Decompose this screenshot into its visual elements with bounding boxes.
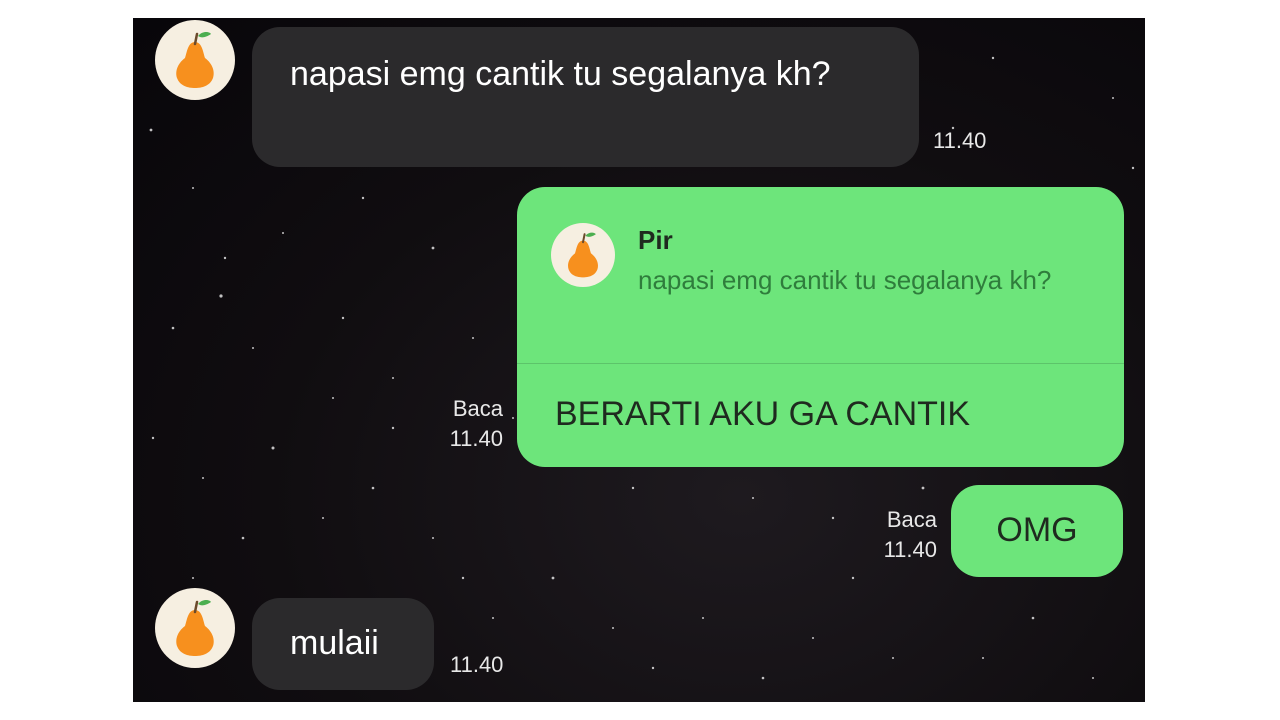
outgoing-message-bubble[interactable]: Pir napasi emg cantik tu segalanya kh? B… [517, 187, 1124, 467]
reply-divider [517, 363, 1124, 364]
message-text: BERARTI AKU GA CANTIK [555, 395, 971, 433]
message-text: napasi emg cantik tu segalanya kh? [290, 55, 831, 93]
pear-icon [176, 600, 214, 656]
message-text: OMG [996, 511, 1078, 549]
message-time: 11.40 [883, 537, 937, 562]
pear-icon [176, 32, 214, 88]
read-receipt-label: Baca [886, 507, 937, 532]
reply-avatar [551, 223, 615, 287]
read-receipt-label: Baca [452, 396, 503, 421]
incoming-message-bubble[interactable]: mulaii [252, 598, 434, 690]
message-text: mulaii [290, 624, 379, 662]
reply-quoted-text: napasi emg cantik tu segalanya kh? [638, 265, 1052, 295]
message-time: 11.40 [450, 652, 504, 677]
message-time: 11.40 [933, 128, 987, 153]
reply-sender-name: Pir [638, 225, 673, 255]
pear-icon [568, 232, 598, 278]
incoming-message-bubble[interactable]: napasi emg cantik tu segalanya kh? [252, 27, 919, 167]
message-time: 11.40 [449, 426, 503, 451]
avatar[interactable] [155, 20, 235, 100]
chat-area[interactable]: napasi emg cantik tu segalanya kh? 11.40… [133, 18, 1145, 702]
outgoing-message-bubble[interactable]: OMG [951, 485, 1123, 577]
avatar[interactable] [155, 588, 235, 668]
